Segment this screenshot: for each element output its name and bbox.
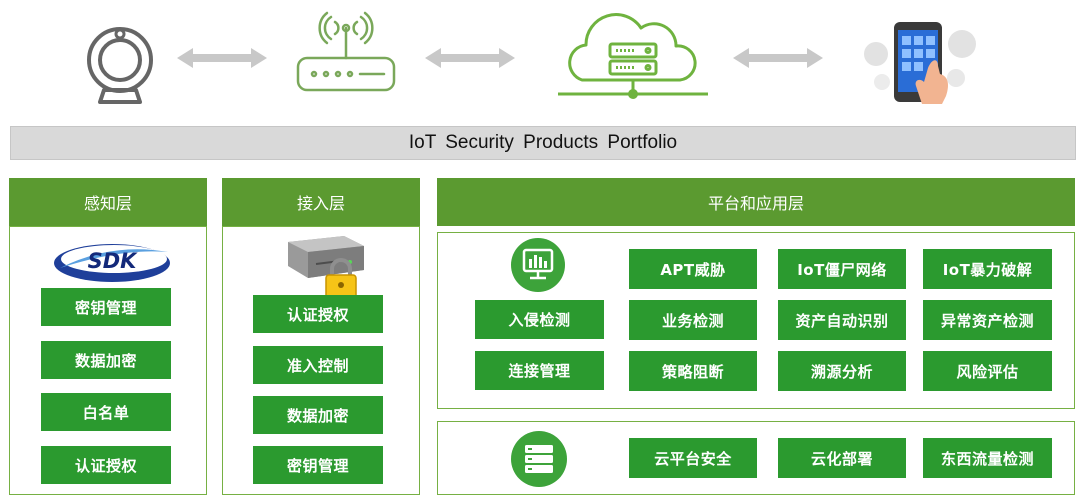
access-item-admission-control: 准入控制 [253, 346, 383, 384]
wifi-router-icon [296, 11, 396, 92]
platform-item-cloud-deployment: 云化部署 [778, 438, 906, 478]
double-arrow-icon [177, 48, 267, 68]
monitor-chart-icon [511, 238, 565, 292]
perception-item-data-encryption: 数据加密 [41, 341, 171, 379]
access-item-data-encryption: 数据加密 [253, 396, 383, 434]
perception-item-whitelist: 白名单 [41, 393, 171, 431]
platform-item-cloud-platform-security: 云平台安全 [629, 438, 757, 478]
webcam-icon [87, 27, 153, 104]
platform-item-east-west-traffic-detection: 东西流量检测 [923, 438, 1052, 478]
cloud-server-icon [558, 13, 708, 99]
access-item-authentication: 认证授权 [253, 295, 383, 333]
locked-server-icon [288, 236, 364, 300]
platform-item-risk-assessment: 风险评估 [923, 351, 1052, 391]
perception-layer-title: 感知层 [83, 194, 132, 213]
access-item-key-management: 密钥管理 [253, 446, 383, 484]
smartphone-app-icon [864, 22, 976, 104]
platform-item-iot-botnet: IoT僵尸网络 [778, 249, 906, 289]
platform-item-apt-threat: APT威胁 [629, 249, 757, 289]
platform-layer-header: 平台和应用层 [437, 178, 1075, 226]
perception-layer-header: 感知层 [9, 178, 207, 226]
banner-title: IoT Security Products Portfolio [408, 132, 678, 153]
platform-item-business-detection: 业务检测 [629, 300, 757, 340]
platform-item-policy-blocking: 策略阻断 [629, 351, 757, 391]
platform-item-iot-brute-force: IoT暴力破解 [923, 249, 1052, 289]
server-list-icon [511, 431, 567, 487]
platform-item-abnormal-asset-detection: 异常资产检测 [923, 300, 1052, 340]
platform-item-asset-auto-identification: 资产自动识别 [778, 300, 906, 340]
sdk-logo-text: SDK [87, 249, 137, 273]
platform-item-connection-management: 连接管理 [475, 351, 604, 390]
perception-item-key-management: 密钥管理 [41, 288, 171, 326]
platform-layer-title: 平台和应用层 [707, 194, 804, 213]
platform-item-intrusion-detection: 入侵检测 [475, 300, 604, 339]
double-arrow-icon [425, 48, 515, 68]
access-layer-header: 接入层 [222, 178, 420, 226]
access-layer-title: 接入层 [296, 194, 345, 213]
platform-item-traceability-analysis: 溯源分析 [778, 351, 906, 391]
double-arrow-icon [733, 48, 823, 68]
perception-item-authentication: 认证授权 [41, 446, 171, 484]
portfolio-banner: IoT Security Products Portfolio [10, 126, 1076, 160]
